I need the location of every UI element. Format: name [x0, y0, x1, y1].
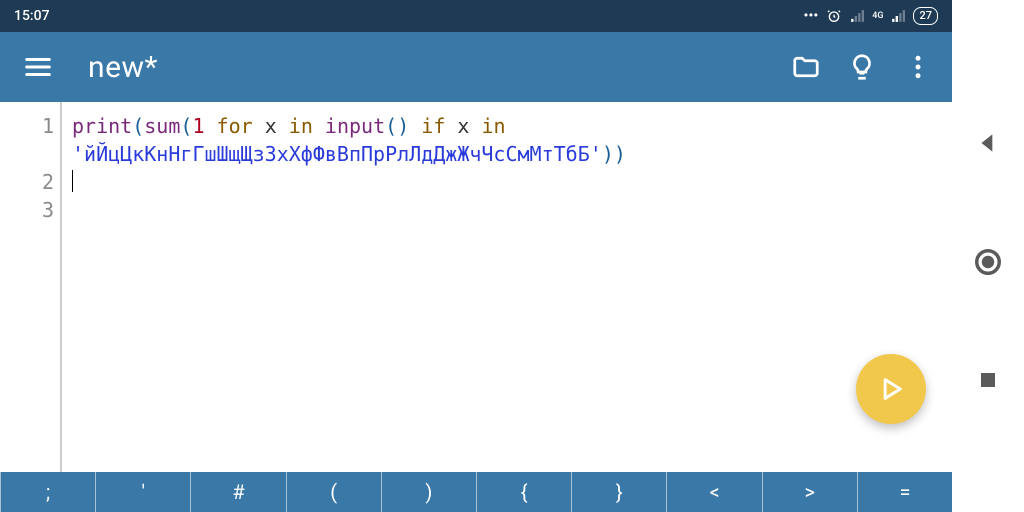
token-number: 1 — [192, 114, 204, 138]
symbol-key[interactable]: ( — [286, 472, 381, 512]
menu-icon — [23, 52, 53, 82]
nav-home-button[interactable] — [973, 247, 1003, 277]
token-builtin: input — [325, 114, 385, 138]
hints-button[interactable] — [834, 39, 890, 95]
symbol-key-label: = — [899, 480, 910, 504]
token-var: x — [457, 114, 469, 138]
more-vert-icon — [903, 52, 933, 82]
status-right: ••• 4G 27 — [804, 7, 938, 25]
symbol-key[interactable]: ) — [381, 472, 476, 512]
symbol-key-label: { — [521, 480, 528, 504]
symbol-key-label: } — [616, 480, 623, 504]
line-number: 3 — [0, 196, 54, 224]
network-label: 4G — [872, 12, 883, 21]
symbol-key-row: ; ' # ( ) { } < > = — [0, 472, 952, 512]
menu-button[interactable] — [10, 39, 66, 95]
token-keyword: in — [469, 114, 517, 138]
symbol-key-label: ; — [46, 480, 50, 504]
nav-recents-button[interactable] — [976, 368, 1000, 392]
toolbar-left: new* — [10, 39, 158, 95]
screen: 15:07 ••• 4G 27 — [0, 0, 952, 512]
token-keyword: if — [409, 114, 457, 138]
symbol-key-label: > — [804, 480, 814, 504]
line-number: 2 — [0, 168, 54, 196]
token-keyword: in — [277, 114, 325, 138]
symbol-key[interactable]: > — [762, 472, 857, 512]
line-number: 1 — [0, 112, 54, 168]
document-title: new* — [88, 50, 158, 85]
token-keyword: for — [204, 114, 264, 138]
symbol-key[interactable]: { — [476, 472, 571, 512]
token-paren: ) — [614, 142, 626, 166]
app-toolbar: new* — [0, 32, 952, 102]
symbol-key[interactable]: } — [571, 472, 666, 512]
home-circle-icon — [973, 247, 1003, 277]
device-frame: 15:07 ••• 4G 27 — [0, 0, 1024, 512]
token-string: 'йЙцЦкКнНгГшШщЩзЗхХфФвВпПрРлЛдДжЖчЧсСмМт… — [72, 142, 602, 166]
symbol-key[interactable]: ' — [95, 472, 190, 512]
system-nav-bar — [952, 0, 1024, 512]
folder-icon — [791, 52, 821, 82]
code-area[interactable]: print(sum(1 for x in input() if x in 'йЙ… — [62, 102, 636, 472]
symbol-key-label: ( — [330, 480, 337, 504]
symbol-key[interactable]: # — [190, 472, 285, 512]
lightbulb-icon — [847, 52, 877, 82]
nav-back-button[interactable] — [975, 130, 1001, 156]
symbol-key[interactable]: = — [857, 472, 952, 512]
battery-badge: 27 — [913, 7, 938, 25]
symbol-key-label: ) — [425, 480, 432, 504]
code-editor[interactable]: 1 2 3 print(sum(1 for x in input() if x … — [0, 102, 952, 472]
symbol-key-label: ' — [142, 480, 146, 504]
symbol-key[interactable]: < — [666, 472, 761, 512]
token-paren: ( — [385, 114, 397, 138]
token-paren: ( — [180, 114, 192, 138]
open-file-button[interactable] — [778, 39, 834, 95]
run-button[interactable] — [856, 354, 926, 424]
token-paren: ) — [397, 114, 409, 138]
token-builtin: print — [72, 114, 132, 138]
text-cursor — [72, 170, 73, 192]
signal-1-icon — [850, 9, 864, 23]
overflow-menu-button[interactable] — [890, 39, 946, 95]
symbol-key-label: < — [709, 480, 719, 504]
symbol-key[interactable]: ; — [0, 472, 95, 512]
back-triangle-icon — [975, 130, 1001, 156]
line-number-gutter: 1 2 3 — [0, 102, 62, 472]
play-icon — [877, 375, 905, 403]
token-builtin: sum — [144, 114, 180, 138]
signal-2-icon — [891, 9, 905, 23]
token-paren: ) — [602, 142, 614, 166]
recents-square-icon — [976, 368, 1000, 392]
symbol-key-label: # — [232, 480, 244, 504]
more-dots-icon: ••• — [804, 8, 819, 24]
token-paren: ( — [132, 114, 144, 138]
status-time: 15:07 — [14, 8, 50, 24]
token-var: x — [265, 114, 277, 138]
status-bar: 15:07 ••• 4G 27 — [0, 0, 952, 32]
alarm-icon — [826, 8, 842, 24]
